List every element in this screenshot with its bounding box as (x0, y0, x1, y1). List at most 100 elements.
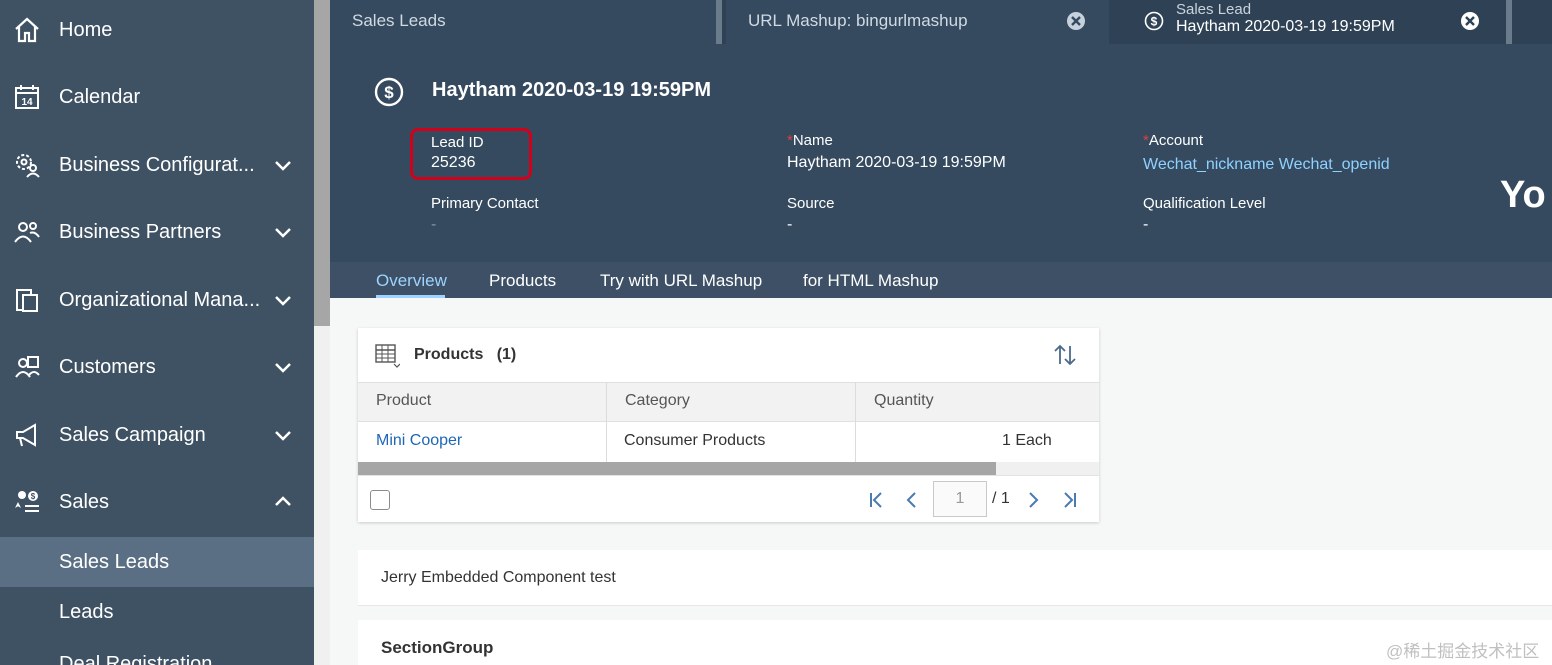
column-header-label: Category (625, 392, 690, 409)
qualification-value: - (1143, 216, 1149, 233)
first-page-icon[interactable] (866, 489, 888, 511)
embedded-component-panel: Jerry Embedded Component test (358, 550, 1552, 606)
dollar-icon: $ (374, 77, 404, 107)
sidebar-item-sales[interactable]: $ Sales (0, 472, 314, 532)
product-link[interactable]: Mini Cooper (376, 432, 462, 450)
watermark: @稀土掘金技术社区 (1386, 642, 1540, 661)
tab-sales-lead-detail[interactable]: $ Sales Lead Haytham 2020-03-19 19:59PM (1120, 0, 1506, 44)
source-value: - (787, 216, 793, 233)
table-row[interactable]: Mini Cooper Consumer Products 1 Each (358, 422, 1099, 462)
section-group-panel: SectionGroup (358, 620, 1552, 665)
home-icon (12, 15, 42, 45)
sidebar-item-label: Organizational Mana... (59, 288, 261, 311)
quantity-cell: 1 Each (1002, 432, 1052, 449)
tab-try-url-mashup[interactable]: Try with URL Mashup (600, 271, 762, 291)
page-title: Haytham 2020-03-19 19:59PM (432, 79, 712, 101)
products-title-text: Products (414, 346, 484, 363)
table-scrollbar-thumb[interactable] (358, 462, 996, 475)
sales-icon: $ (12, 487, 42, 517)
svg-text:$: $ (31, 492, 36, 501)
lead-id-value: 25236 (431, 154, 476, 171)
sidebar: Home 14 Calendar Business Configurat... … (0, 0, 314, 665)
close-icon[interactable] (1066, 11, 1086, 31)
column-header-quantity[interactable]: Quantity (856, 382, 1099, 422)
category-cell: Consumer Products (624, 432, 766, 449)
sidebar-item-business-configuration[interactable]: Business Configurat... (0, 135, 314, 195)
tab-label: Sales Leads (352, 11, 446, 30)
chevron-down-icon[interactable] (273, 357, 293, 377)
chevron-down-icon[interactable] (273, 222, 293, 242)
svg-text:14: 14 (21, 97, 33, 108)
tab-html-mashup[interactable]: for HTML Mashup (803, 271, 938, 291)
lead-id-label: Lead ID (431, 134, 484, 151)
sort-icon[interactable] (1052, 342, 1078, 368)
sidebar-item-label: Leads (59, 600, 114, 623)
organization-icon (12, 285, 42, 315)
primary-contact-value: - (431, 216, 437, 233)
sidebar-item-customers[interactable]: Customers (0, 337, 314, 397)
last-page-icon[interactable] (1058, 489, 1080, 511)
embedded-component-text: Jerry Embedded Component test (381, 569, 616, 586)
sidebar-item-organizational-management[interactable]: Organizational Mana... (0, 270, 314, 330)
tab-label: Haytham 2020-03-19 19:59PM (1176, 18, 1395, 35)
sidebar-item-label: Sales Campaign (59, 423, 206, 446)
products-card: Products (1) Product Category Quantity M… (358, 328, 1099, 522)
name-label: *Name (787, 132, 833, 149)
name-label-text: Name (792, 132, 833, 149)
account-label-text: Account (1148, 132, 1204, 149)
svg-text:$: $ (384, 83, 394, 102)
column-header-product[interactable]: Product (358, 382, 607, 422)
tab-overview[interactable]: Overview (376, 271, 447, 291)
sidebar-item-sales-campaign[interactable]: Sales Campaign (0, 405, 314, 465)
content-area: Products (1) Product Category Quantity M… (330, 298, 1552, 665)
select-all-checkbox[interactable] (370, 490, 390, 510)
table-settings-icon[interactable] (374, 342, 400, 368)
primary-contact-label: Primary Contact (431, 195, 539, 212)
column-header-label: Quantity (874, 392, 934, 409)
sidebar-item-business-partners[interactable]: Business Partners (0, 202, 314, 262)
tab-label: URL Mashup: bingurlmashup (748, 11, 968, 30)
sidebar-item-label: Deal Registration (59, 653, 213, 665)
chevron-up-icon[interactable] (273, 492, 293, 512)
tab-products[interactable]: Products (489, 271, 556, 291)
sidebar-item-label: Business Partners (59, 220, 222, 243)
truncated-heading: Yo (1500, 174, 1546, 216)
svg-text:$: $ (1151, 15, 1158, 29)
previous-page-icon[interactable] (901, 489, 923, 511)
close-icon[interactable] (1460, 11, 1480, 31)
chevron-down-icon[interactable] (273, 155, 293, 175)
partners-icon (12, 217, 42, 247)
page-number-input[interactable]: 1 (933, 481, 987, 517)
sidebar-subitem-deal-registration[interactable]: Deal Registration (0, 637, 314, 665)
products-card-title: Products (1) (414, 346, 516, 364)
tab-sales-leads[interactable]: Sales Leads (330, 0, 716, 44)
section-group-title: SectionGroup (381, 638, 494, 657)
sidebar-item-label: Business Configurat... (59, 153, 255, 176)
footer-divider (358, 475, 1099, 476)
sidebar-subitem-leads[interactable]: Leads (0, 587, 314, 637)
sidebar-item-calendar[interactable]: 14 Calendar (0, 67, 314, 127)
object-header: $ Haytham 2020-03-19 19:59PM Lead ID 252… (330, 44, 1552, 262)
qualification-label: Qualification Level (1143, 195, 1266, 212)
tab-divider (1506, 0, 1512, 44)
tab-bar: Sales Leads URL Mashup: bingurlmashup $ … (330, 0, 1552, 44)
sidebar-subitem-sales-leads[interactable]: Sales Leads (0, 537, 314, 587)
tab-url-mashup[interactable]: URL Mashup: bingurlmashup (726, 0, 1109, 44)
sidebar-item-label: Sales Leads (59, 550, 170, 573)
section-tabs: Overview Products Try with URL Mashup fo… (330, 262, 1552, 298)
column-header-category[interactable]: Category (607, 382, 856, 422)
next-page-icon[interactable] (1022, 489, 1044, 511)
chevron-down-icon[interactable] (273, 425, 293, 445)
sidebar-scrollbar-thumb[interactable] (314, 0, 330, 326)
tab-sublabel: Sales Lead (1176, 1, 1252, 18)
products-count: (1) (496, 346, 517, 363)
sidebar-item-home[interactable]: Home (0, 0, 314, 60)
customers-icon (12, 352, 42, 382)
chevron-down-icon[interactable] (273, 290, 293, 310)
account-link[interactable]: Wechat_nickname Wechat_openid (1143, 156, 1390, 174)
tab-divider (716, 0, 722, 44)
sidebar-item-label: Home (59, 18, 113, 41)
source-label: Source (787, 195, 835, 212)
column-header-label: Product (376, 392, 432, 409)
megaphone-icon (12, 420, 42, 450)
